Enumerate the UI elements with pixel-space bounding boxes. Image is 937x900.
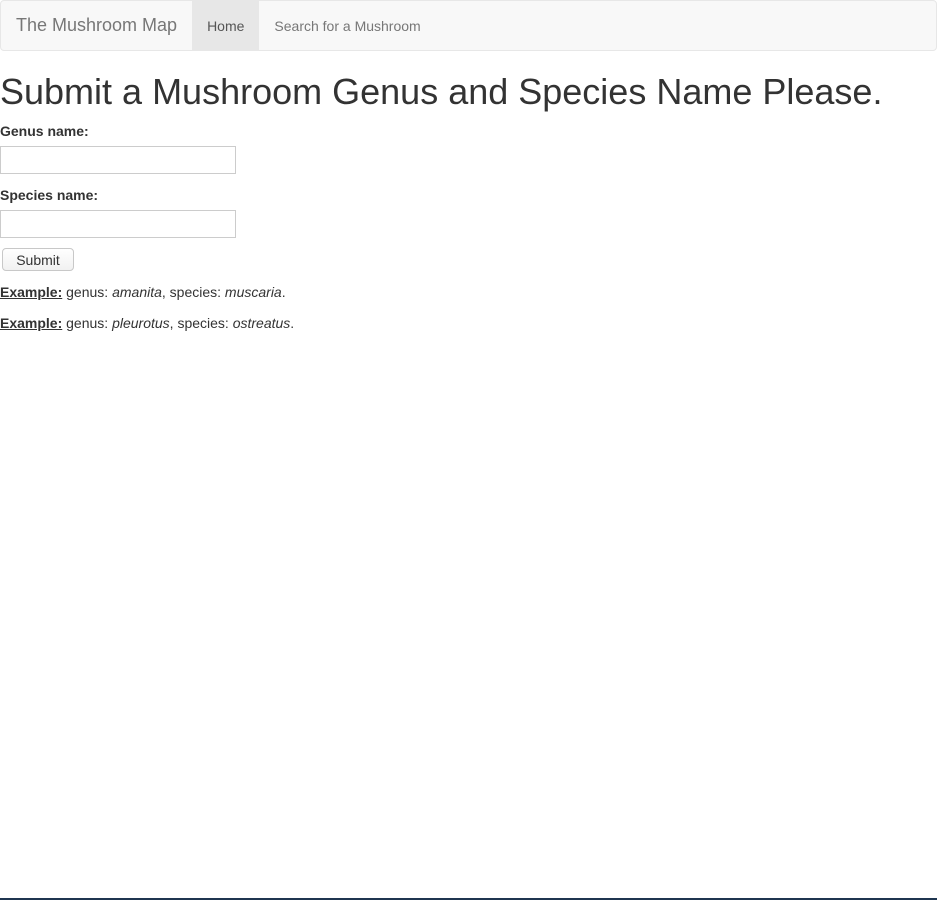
example-genus-prefix: genus: [66, 315, 109, 331]
genus-input[interactable] [0, 146, 236, 174]
nav-item-search[interactable]: Search for a Mushroom [259, 1, 435, 50]
example-species: ostreatus [232, 315, 291, 331]
example-species-prefix: , species: [169, 315, 229, 331]
example-suffix: . [281, 284, 286, 300]
example-species-prefix: , species: [161, 284, 222, 300]
example-label: Example: [0, 315, 63, 331]
example-line: Example: genus: amanita, species: muscar… [0, 284, 286, 300]
nav-item-home[interactable]: Home [192, 1, 260, 50]
species-label: Species name: [0, 187, 99, 203]
species-input[interactable] [0, 210, 236, 238]
example-genus: pleurotus [112, 315, 170, 331]
brand-link[interactable]: The Mushroom Map [1, 1, 192, 50]
genus-label: Genus name: [0, 123, 89, 139]
example-genus-prefix: genus: [66, 284, 109, 300]
example-species: muscaria [224, 284, 282, 300]
example-line: Example: genus: pleurotus, species: ostr… [0, 315, 294, 331]
example-suffix: . [290, 315, 295, 331]
page-title: Submit a Mushroom Genus and Species Name… [0, 71, 883, 112]
submit-button[interactable]: Submit [2, 248, 74, 271]
navbar: The Mushroom Map Home Search for a Mushr… [0, 0, 937, 51]
example-label: Example: [0, 284, 63, 300]
example-genus: amanita [112, 284, 162, 300]
